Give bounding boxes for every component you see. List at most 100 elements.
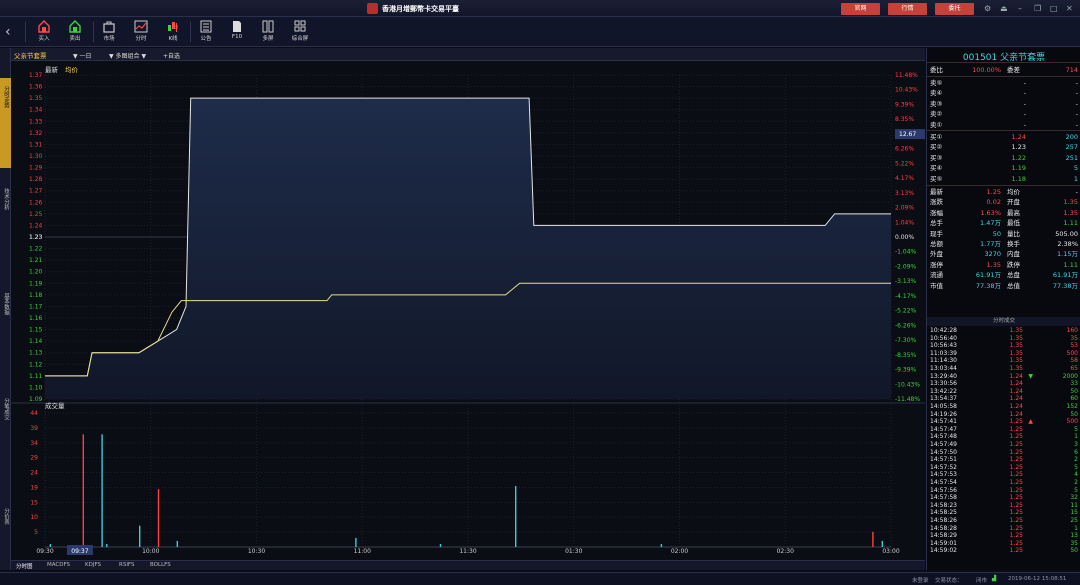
toolbar-divider — [93, 22, 94, 42]
announcement-button[interactable]: 公告 — [193, 20, 219, 46]
bid-price: 1.23 — [1011, 143, 1026, 152]
vol-tick-label: 39 — [30, 425, 38, 432]
weibi-label: 委比 — [930, 66, 943, 74]
market-tool-button[interactable]: 市场 — [96, 20, 122, 46]
house-buy-icon — [38, 20, 50, 33]
stat-value: 1.47万 — [980, 219, 1001, 228]
tick-volume: 3 — [1074, 441, 1078, 448]
stat-value: 1.63% — [980, 208, 1001, 217]
sidebar-item-price-table[interactable]: 分价表 — [0, 508, 11, 568]
stat-label: 最新 — [930, 188, 943, 196]
settings-icon[interactable]: ⚙ — [984, 4, 991, 13]
tick-time: 14:57:51 — [930, 456, 957, 464]
weicha-label: 委差 — [1007, 66, 1020, 74]
sidebar-item-ticks[interactable]: 分笔成交 — [0, 398, 11, 468]
stat-label: 流通 — [930, 271, 943, 280]
volume-bar — [139, 525, 141, 547]
restore-icon[interactable]: ❐ — [1034, 4, 1041, 13]
sidebar-item-timeshare[interactable]: 分时走势 — [0, 78, 11, 168]
tick-volume: 2000 — [1062, 372, 1078, 380]
tab-macd[interactable]: MACDFS — [47, 562, 70, 568]
buy-button[interactable]: 买入 — [31, 20, 57, 46]
maximize-icon[interactable]: □ — [1050, 4, 1058, 13]
x-tick-label: 11:00 — [354, 548, 371, 555]
tick-row: 10:56:40 1.35 35 — [927, 335, 1080, 343]
tick-price: 1.25 — [1009, 448, 1023, 456]
legend-latest: 最新 — [45, 65, 59, 74]
left-sidebar: 分时走势 技术分析 基本数据 分笔成交 分价表 — [0, 48, 11, 570]
house-sell-icon — [69, 20, 81, 33]
tick-volume: 50 — [1070, 410, 1078, 418]
stat-row: 市值 77.38万 总值 77.38万 — [927, 281, 1080, 291]
official-site-button[interactable]: 官网 — [841, 3, 880, 15]
chart-header: 父亲节套票 ▼ 一日 ▼ 多图组合 ▼ +自选 — [11, 48, 925, 61]
tick-price: 1.25 — [1009, 441, 1023, 448]
stat-label: 总手 — [930, 219, 943, 228]
sidebar-item-technical[interactable]: 技术分析 — [0, 188, 11, 258]
x-tick-label: 10:30 — [248, 548, 265, 555]
tick-row: 14:59:01 1.25 35 — [927, 540, 1080, 548]
tick-time: 11:14:30 — [930, 357, 957, 365]
y-tick-label: 1.12 — [29, 361, 43, 368]
intraday-chart: 1.37 1.36 1.35 1.34 1.33 1.32 1.31 1.30 1.29 1.28… — [11, 61, 925, 560]
tick-time: 14:58:23 — [930, 501, 957, 509]
stock-tab[interactable]: 父亲节套票 — [14, 50, 47, 60]
pct-tick-label: -11.48% — [895, 396, 920, 403]
tick-row: 14:57:50 1.25 6 — [927, 449, 1080, 457]
tick-price: 1.25 — [1009, 524, 1023, 532]
tab-timeshare[interactable]: 分时图 — [16, 562, 33, 570]
pct-tick-label: -10.43% — [895, 381, 920, 388]
vol-tick-label: 34 — [30, 440, 38, 447]
multiscreen-label: 多屏 — [262, 36, 274, 42]
stat-value: 0.02 — [986, 198, 1001, 207]
overlay-select[interactable]: ▼ 多图组合 ▼ — [109, 51, 146, 60]
tick-time: 10:42:28 — [930, 327, 957, 334]
stat-value: 1.11 — [1063, 260, 1078, 269]
sidebar-item-fundamentals[interactable]: 基本数据 — [0, 293, 11, 363]
sell-button[interactable]: 卖出 — [62, 20, 88, 46]
stat-value: 2.38% — [1057, 240, 1078, 248]
stat-row: 总额 1.77万 换手 2.38% — [927, 239, 1080, 249]
stat-value: - — [1075, 188, 1078, 196]
add-watchlist-button[interactable]: +自选 — [163, 51, 180, 60]
tick-row: 13:03:44 1.35 65 — [927, 365, 1080, 373]
composite-screen-button[interactable]: 综合屏 — [287, 20, 313, 46]
tick-time: 14:57:58 — [930, 494, 957, 502]
pct-tick-label: 4.17% — [895, 175, 914, 182]
back-arrow-icon[interactable]: ‹ — [5, 25, 11, 39]
line-chart-icon — [134, 20, 148, 33]
close-icon[interactable]: ✕ — [1066, 4, 1073, 13]
multiscreen-button[interactable]: 多屏 — [255, 20, 281, 46]
bid-label: 买③ — [930, 153, 943, 162]
tick-price: 1.25 — [1009, 433, 1023, 441]
tab-rsi[interactable]: RSIFS — [119, 562, 135, 568]
ask-label: 卖⑤ — [930, 79, 943, 87]
tick-time: 10:56:40 — [930, 334, 957, 342]
tab-kdj[interactable]: KDJFS — [85, 562, 101, 568]
tab-boll[interactable]: BOLLFS — [150, 562, 171, 568]
tick-price: 1.24 — [1009, 403, 1023, 410]
tick-row: 14:19:26 1.24 50 — [927, 411, 1080, 419]
kline-button[interactable]: K线 — [160, 20, 186, 46]
bid-price: 1.18 — [1011, 174, 1026, 183]
market-button[interactable]: 行情 — [888, 3, 927, 15]
order-ratio-row: 委比 100.00% 委差 714 — [927, 65, 1080, 75]
period-select[interactable]: ▼ 一日 — [73, 51, 92, 60]
timeshare-button[interactable]: 分时 — [128, 20, 154, 46]
quote-panel: 001501 父亲节套票 委比 100.00% 委差 714 卖⑤ - - 卖④ - - 卖③ - - 卖… — [926, 48, 1080, 570]
ask-volume: - — [1075, 110, 1078, 119]
overlay-value: 多图组合 — [115, 53, 140, 60]
eject-icon[interactable]: ⏏ — [1000, 4, 1008, 13]
trade-button[interactable]: 委托 — [935, 3, 974, 15]
tick-time: 14:58:26 — [930, 517, 957, 524]
f10-button[interactable]: F10 — [224, 20, 250, 46]
tick-volume: 5 — [1074, 486, 1078, 494]
volume-bar — [439, 543, 442, 547]
tick-time: 11:03:39 — [930, 349, 957, 357]
tick-time: 14:57:47 — [930, 425, 957, 433]
minimize-icon[interactable]: – — [1018, 4, 1022, 13]
tick-row: 11:03:39 1.35 500 — [927, 350, 1080, 358]
tick-volume: 58 — [1070, 357, 1078, 365]
y-tick-label: 1.14 — [29, 338, 43, 345]
pct-tick-label: 5.22% — [895, 160, 914, 167]
